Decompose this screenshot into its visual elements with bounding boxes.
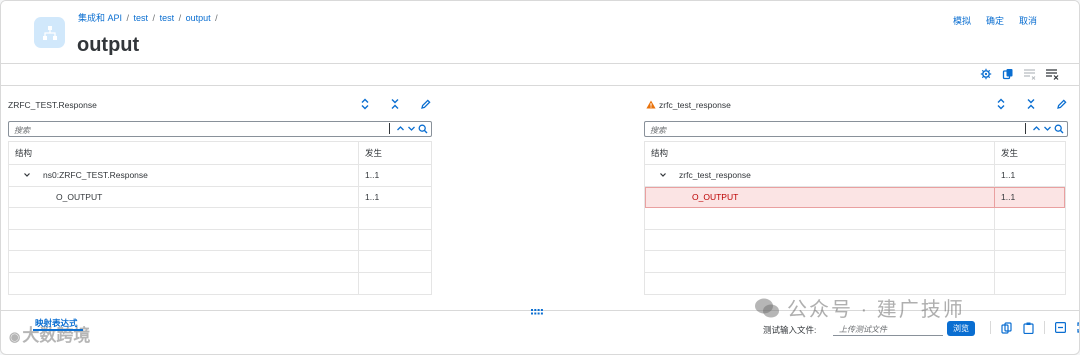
- search-placeholder: 搜索: [14, 126, 30, 135]
- empty-row: [645, 229, 1065, 251]
- browse-button[interactable]: 浏览: [947, 321, 975, 336]
- empty-row: [645, 272, 1065, 294]
- mapping-editor-window: 集成和 API / test / test / output / output …: [0, 0, 1080, 355]
- minimize-icon[interactable]: [1054, 321, 1067, 334]
- search-icon[interactable]: [418, 124, 428, 134]
- expand-collapse-icon[interactable]: [358, 97, 372, 111]
- table-row[interactable]: ns0:ZRFC_TEST.Response 1..1: [9, 165, 431, 187]
- tab-mapping-expression[interactable]: 映射表达式: [35, 317, 78, 329]
- table-header-row: 结构 发生: [645, 142, 1065, 165]
- table-row[interactable]: O_OUTPUT 1..1: [9, 186, 431, 208]
- table-row[interactable]: zrfc_test_response 1..1: [645, 165, 1065, 187]
- source-search-input[interactable]: 搜索: [8, 121, 432, 137]
- node-label: ns0:ZRFC_TEST.Response: [43, 170, 148, 181]
- edit-icon[interactable]: [418, 97, 432, 111]
- empty-row: [9, 208, 431, 230]
- occurrence-value: 1..1: [365, 191, 380, 202]
- watermark-text: 公众号 · 建广技师: [787, 299, 965, 321]
- warning-icon: [646, 100, 656, 109]
- occurrence-value: 1..1: [365, 170, 380, 181]
- source-panel-title: ZRFC_TEST.Response: [8, 100, 97, 110]
- settings-icon[interactable]: [979, 67, 993, 81]
- breadcrumb: 集成和 API / test / test / output /: [78, 13, 218, 23]
- wechat-icon: [755, 298, 779, 317]
- confirm-button[interactable]: 确定: [986, 14, 1004, 27]
- node-label: zrfc_test_response: [679, 170, 751, 181]
- target-structure-panel: zrfc_test_response 搜索 结构 发生 zrfc_test_re…: [644, 97, 1068, 295]
- page-header: 集成和 API / test / test / output / output …: [1, 1, 1079, 63]
- footer-toolbar: [990, 321, 1079, 334]
- delete-all-icon[interactable]: [1045, 67, 1059, 81]
- collapse-all-icon[interactable]: [388, 97, 402, 111]
- copy-icon[interactable]: [1001, 67, 1015, 81]
- search-icon[interactable]: [1054, 124, 1064, 134]
- chevron-down-icon[interactable]: [659, 171, 667, 179]
- table-row-error[interactable]: O_OUTPUT 1..1: [645, 186, 1065, 208]
- collapse-all-icon[interactable]: [1024, 97, 1038, 111]
- chevron-down-icon[interactable]: [23, 171, 31, 179]
- occurrence-value: 1..1: [1001, 170, 1016, 181]
- search-placeholder: 搜索: [650, 126, 666, 135]
- chevron-up-icon[interactable]: [1032, 124, 1041, 133]
- target-search-input[interactable]: 搜索: [644, 121, 1068, 137]
- divider: [1, 63, 1079, 64]
- header-actions: 模拟 确定 取消: [953, 14, 1037, 27]
- chevron-down-icon[interactable]: [1043, 124, 1052, 133]
- copy-icon[interactable]: [1000, 321, 1013, 334]
- drag-handle-icon[interactable]: [531, 307, 543, 317]
- empty-row: [645, 251, 1065, 273]
- node-label: O_OUTPUT: [56, 191, 103, 202]
- test-input-file-label: 测试输入文件:: [763, 325, 817, 335]
- mapping-toolbar: [979, 67, 1059, 81]
- target-structure-table: 结构 发生 zrfc_test_response 1..1 O_OUTPUT 1…: [644, 141, 1066, 295]
- divider: [1044, 321, 1045, 334]
- empty-row: [9, 251, 431, 273]
- page-title: output: [77, 34, 140, 56]
- table-header-row: 结构 发生: [9, 142, 431, 165]
- edit-icon[interactable]: [1054, 97, 1068, 111]
- column-header-occurrence: 发生: [365, 148, 383, 158]
- node-label: O_OUTPUT: [692, 191, 739, 202]
- chevron-down-icon[interactable]: [407, 124, 416, 133]
- divider: [1, 85, 1079, 86]
- divider: [990, 321, 991, 334]
- fullscreen-icon[interactable]: [1076, 321, 1079, 334]
- column-header-structure: 结构: [645, 142, 995, 164]
- watermark-right: 公众号 · 建广技师: [753, 293, 965, 322]
- column-header-occurrence: 发生: [1001, 148, 1019, 158]
- empty-row: [9, 272, 431, 294]
- target-panel-title: zrfc_test_response: [659, 100, 731, 110]
- breadcrumb-item[interactable]: 集成和 API: [78, 13, 122, 23]
- breadcrumb-item[interactable]: test: [134, 13, 149, 23]
- cancel-button[interactable]: 取消: [1019, 14, 1037, 27]
- source-structure-table: 结构 发生 ns0:ZRFC_TEST.Response 1..1 O_OUTP…: [8, 141, 432, 295]
- chevron-up-icon[interactable]: [396, 124, 405, 133]
- source-structure-panel: ZRFC_TEST.Response 搜索 结构 发生 ns0:ZRFC_TES…: [8, 97, 432, 295]
- simulate-button[interactable]: 模拟: [953, 14, 971, 27]
- breadcrumb-item[interactable]: test: [160, 13, 175, 23]
- test-file-input[interactable]: 上传测试文件: [833, 321, 943, 336]
- breadcrumb-item[interactable]: output: [186, 13, 211, 23]
- empty-row: [9, 229, 431, 251]
- clear-filter-icon: [1023, 67, 1037, 81]
- paste-icon[interactable]: [1022, 321, 1035, 334]
- active-tab-indicator: [33, 329, 83, 331]
- expand-collapse-icon[interactable]: [994, 97, 1008, 111]
- hierarchy-icon: [34, 17, 65, 48]
- column-header-structure: 结构: [9, 142, 359, 164]
- empty-row: [645, 208, 1065, 230]
- occurrence-value: 1..1: [1001, 191, 1016, 202]
